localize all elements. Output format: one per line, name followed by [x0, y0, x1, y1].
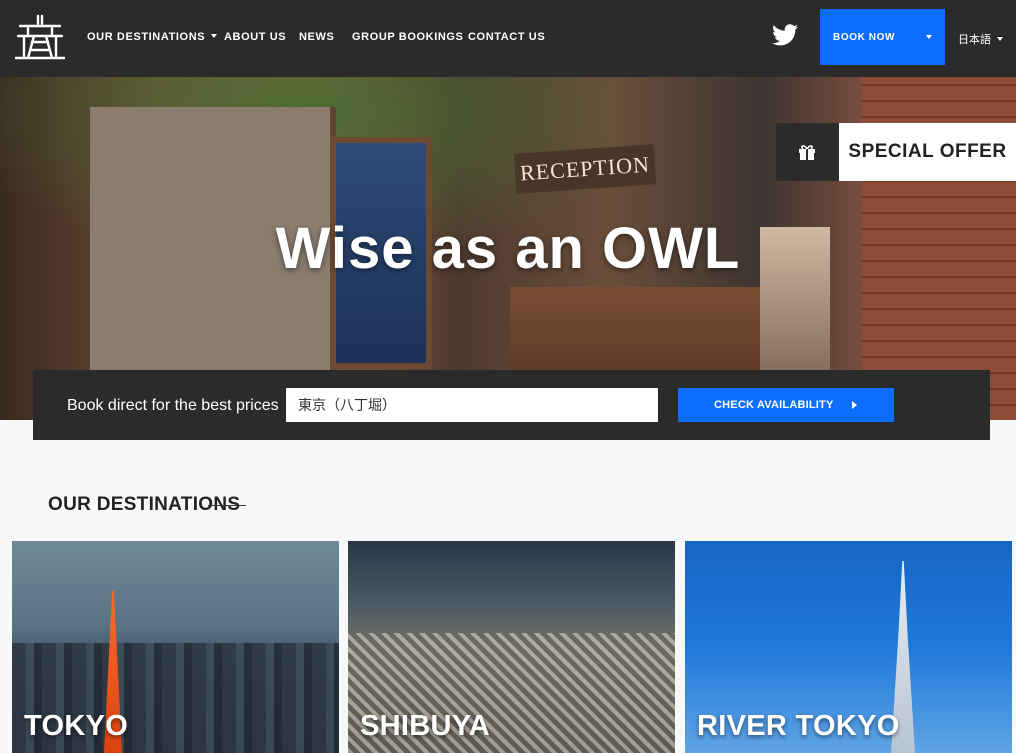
booking-bar: Book direct for the best prices CHECK AV… — [33, 370, 990, 440]
check-availability-button[interactable]: CHECK AVAILABILITY — [678, 388, 894, 422]
gift-icon-box — [776, 123, 839, 181]
language-selector[interactable]: 日本語 — [958, 31, 1003, 47]
nav-our-destinations[interactable]: OUR DESTINATIONS — [87, 31, 218, 43]
nav-news[interactable]: NEWS — [299, 31, 334, 43]
reception-counter-decor — [510, 287, 760, 382]
nav-our-destinations-label: OUR DESTINATIONS — [87, 31, 206, 43]
chevron-right-icon — [852, 401, 857, 409]
booking-prompt: Book direct for the best prices — [67, 397, 279, 414]
destination-card-label: RIVER TOKYO — [697, 710, 900, 742]
check-availability-label: CHECK AVAILABILITY — [714, 399, 834, 411]
destination-card-shibuya[interactable]: SHIBUYA — [348, 541, 675, 753]
destination-card-label: SHIBUYA — [360, 710, 490, 742]
language-label: 日本語 — [958, 33, 991, 46]
nav-contact-us[interactable]: CONTACT US — [468, 31, 545, 43]
castle-logo-icon[interactable] — [14, 14, 66, 60]
destination-card-tokyo[interactable]: TOKYO — [12, 541, 339, 753]
chevron-down-icon — [211, 34, 218, 39]
twitter-icon[interactable] — [772, 24, 798, 46]
heading-divider — [208, 505, 246, 506]
destination-card-river-tokyo[interactable]: RIVER TOKYO — [685, 541, 1012, 753]
destination-card-label: TOKYO — [24, 710, 129, 742]
hero-title: Wise as an OWL — [275, 216, 741, 281]
nav-about-us[interactable]: ABOUT US — [224, 31, 286, 43]
chevron-down-icon — [926, 35, 932, 39]
reception-sign: RECEPTION — [513, 144, 657, 194]
top-navbar: OUR DESTINATIONS ABOUT US NEWS GROUP BOO… — [0, 0, 1016, 77]
destination-select-input[interactable] — [286, 388, 658, 422]
book-now-button[interactable]: BOOK NOW — [820, 9, 945, 65]
nav-group-bookings[interactable]: GROUP BOOKINGS — [352, 31, 464, 43]
book-now-label: BOOK NOW — [833, 32, 896, 43]
special-offer-label: SPECIAL OFFER — [839, 123, 1016, 181]
special-offer-tab[interactable]: SPECIAL OFFER — [776, 123, 1016, 181]
chevron-down-icon — [997, 37, 1003, 42]
gift-icon — [799, 145, 815, 160]
